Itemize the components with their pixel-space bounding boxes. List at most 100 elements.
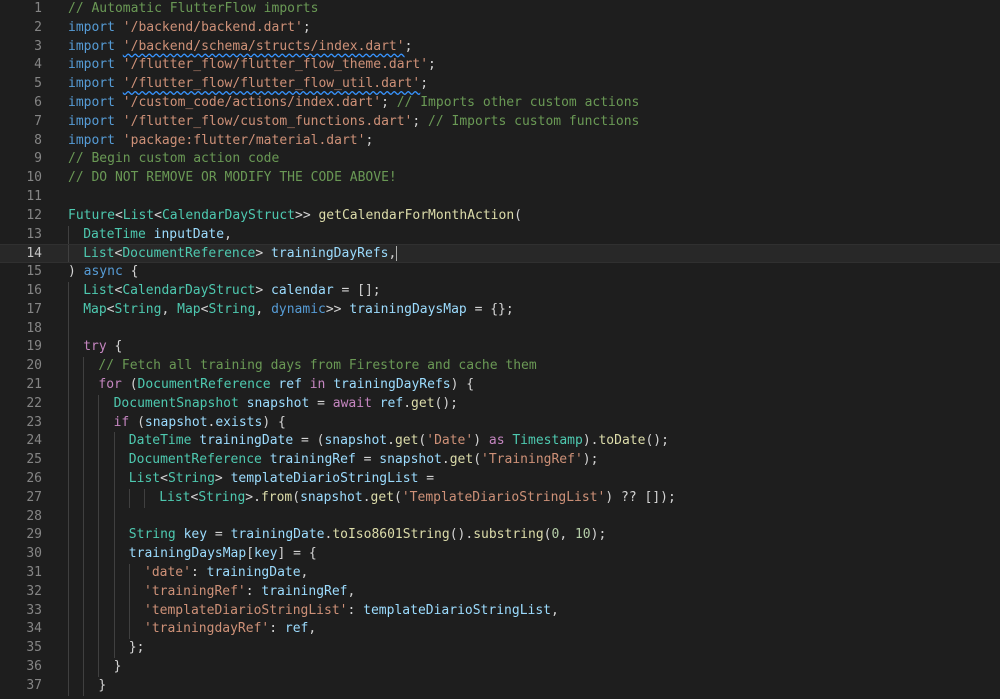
line-number: 9 (34, 151, 42, 167)
code-line[interactable]: 25 DocumentReference trainingRef = snapsh… (0, 451, 1000, 470)
indent-guide (98, 413, 100, 433)
indent-guide (68, 300, 69, 320)
line-number: 23 (26, 414, 42, 430)
code-text: ) async { (68, 263, 138, 282)
code-token: [ (246, 546, 255, 562)
code-editor[interactable]: 1 // Automatic FlutterFlow imports 2 import… (0, 0, 1000, 699)
code-token: ; (412, 113, 429, 129)
code-line[interactable]: 21 for (DocumentReference ref in training… (0, 376, 1000, 395)
code-text: import 'package:flutter/material.dart'; (68, 132, 373, 151)
code-line[interactable]: 20 // Fetch all training days from Firest… (0, 357, 1000, 376)
code-line[interactable]: 35}; (0, 639, 1000, 658)
code-line[interactable]: 32 'trainingRef': trainingRef, (0, 582, 1000, 602)
code-line[interactable]: 23 if (snapshot.exists) { (0, 413, 1000, 433)
code-token: from (260, 489, 293, 505)
code-text: Future<List<CalendarDayStruct>> getCalen… (68, 207, 522, 226)
code-text: DocumentReference trainingRef = snapshot… (129, 451, 599, 470)
code-text: import '/custom_code/actions/index.dart'… (68, 94, 639, 113)
code-line[interactable]: 19 try { (0, 338, 1000, 358)
indent-guide (113, 582, 115, 602)
code-line[interactable]: 15) async { (0, 263, 1000, 282)
code-token: ; (302, 19, 311, 35)
line-number: 8 (34, 132, 42, 148)
code-token: List (122, 207, 155, 223)
code-token: snapshot (144, 414, 208, 430)
code-token: ) { (262, 414, 286, 430)
code-line[interactable]: 12 Future<List<CalendarDayStruct>> getCal… (0, 207, 1000, 226)
code-token: (). (449, 527, 474, 543)
indent-guide (68, 338, 69, 358)
code-line[interactable]: 22 DocumentSnapshot snapshot = await ref.… (0, 394, 1000, 414)
code-line[interactable]: 2 import '/backend/backend.dart'; (0, 19, 1000, 38)
code-token: ); (590, 527, 607, 543)
code-text: DateTime inputDate, (83, 226, 232, 245)
indent-guide (68, 413, 69, 433)
code-token: as (488, 433, 505, 449)
indent-guide (83, 676, 85, 696)
indent-guide (98, 658, 100, 677)
indent-guide (113, 488, 115, 508)
code-text: trainingDaysMap[key] = { (129, 545, 317, 564)
indent-guide (68, 245, 69, 263)
indent-guide (113, 451, 115, 470)
indent-guide (128, 620, 130, 640)
code-text: List<DocumentReference> trainingDayRefs, (83, 245, 398, 264)
code-token: trainingDayRefs (271, 246, 389, 262)
code-token: trainingRef (269, 452, 356, 468)
code-line[interactable]: 7 import '/flutter_flow/custom_functions.… (0, 113, 1000, 132)
code-line[interactable]: 24 DateTime trainingDate = (snapshot.get(… (0, 432, 1000, 452)
code-line[interactable]: 10 // DO NOT REMOVE OR MODIFY THE CODE AB… (0, 169, 1000, 188)
code-line[interactable]: 26 List<String> templateDiarioStringList … (0, 470, 1000, 489)
code-token: Map (83, 301, 107, 317)
code-line[interactable]: 29 String key = trainingDate.toIso8601Str… (0, 526, 1000, 546)
code-line[interactable]: 3 import '/backend/schema/structs/index.d… (0, 38, 1000, 57)
code-token: '/custom_code/actions/index.dart' (122, 95, 382, 110)
code-token: < (154, 207, 162, 223)
code-token: > (255, 283, 272, 298)
code-token: List (83, 283, 115, 298)
code-token: ( (129, 414, 145, 430)
code-line[interactable]: 5 import '/flutter_flow/flutter_flow_util… (0, 75, 1000, 94)
code-token: ( (514, 207, 522, 223)
code-line[interactable]: 4 import '/flutter_flow/flutter_flow_them… (0, 56, 1000, 75)
code-token: List (159, 489, 191, 505)
code-token: . (441, 452, 450, 468)
code-token: }; (128, 640, 145, 656)
code-token: , (255, 301, 272, 317)
code-line[interactable]: 18 (0, 319, 1000, 339)
code-line[interactable]: 36} (0, 658, 1000, 677)
code-line[interactable]: 37} (0, 676, 1000, 696)
code-line[interactable]: 6 import '/custom_code/actions/index.dart… (0, 94, 1000, 113)
code-text: import '/flutter_flow/flutter_flow_util.… (68, 75, 428, 94)
indent-guide (113, 601, 115, 621)
code-token: = (355, 452, 380, 468)
code-line[interactable]: 9 // Begin custom action code (0, 150, 1000, 169)
code-line[interactable]: 11 (0, 188, 1000, 207)
code-line[interactable]: 16 List<CalendarDayStruct> calendar = []; (0, 282, 1000, 301)
code-token: snapshot (300, 489, 363, 505)
code-line[interactable]: 8 import 'package:flutter/material.dart'; (0, 132, 1000, 151)
code-line[interactable]: 33 'templateDiarioStringList': templateDi… (0, 601, 1000, 621)
code-token: = (207, 527, 231, 543)
code-token: ( (394, 489, 402, 505)
code-token: import (68, 132, 115, 148)
code-line[interactable]: 1 // Automatic FlutterFlow imports (0, 0, 1000, 19)
code-token: get (370, 489, 395, 505)
code-line[interactable]: 13 DateTime inputDate, (0, 225, 1000, 245)
code-line[interactable]: 30 trainingDaysMap[key] = { (0, 545, 1000, 564)
code-token: DocumentSnapshot (113, 395, 239, 411)
indent-guide (68, 282, 69, 301)
code-line[interactable]: 14 List<DocumentReference> trainingDayRef… (0, 244, 1000, 264)
line-number: 16 (26, 283, 42, 298)
code-line[interactable]: 28 (0, 507, 1000, 527)
line-number: 18 (26, 320, 42, 336)
code-line[interactable]: 17 Map<String, Map<String, dynamic>> trai… (0, 300, 1000, 320)
code-line[interactable]: 34 'trainingdayRef': ref, (0, 620, 1000, 640)
code-line[interactable]: 27 List<String>.from(snapshot.get('Templa… (0, 488, 1000, 508)
line-number: 14 (26, 246, 42, 262)
indent-guide (68, 639, 69, 658)
code-line[interactable]: 31 'date': trainingDate, (0, 564, 1000, 583)
code-token: inputDate (153, 226, 225, 242)
